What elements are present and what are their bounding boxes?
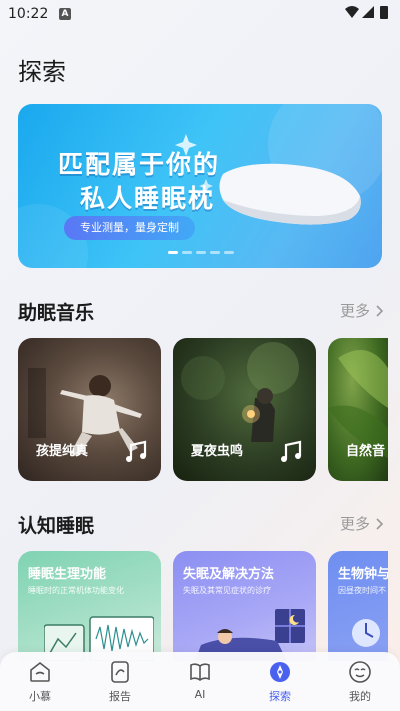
knowledge-section-title: 认知睡眠 (18, 515, 95, 537)
knowledge-more-link[interactable]: 更多 (340, 513, 384, 534)
nav-item-home[interactable]: 小慕 (0, 652, 80, 711)
music-card-name: 孩提纯真 (36, 444, 89, 459)
knowledge-card-subtitle: 失眠及其常见症状的诊疗 (183, 586, 271, 595)
book-icon (190, 663, 210, 681)
music-card[interactable]: 自然音 (328, 338, 388, 481)
wifi-icon (345, 6, 359, 18)
report-icon (111, 661, 129, 683)
more-label: 更多 (339, 515, 370, 533)
nav-item-profile[interactable]: 我的 (320, 652, 400, 711)
status-bar: 10:22 A (0, 0, 400, 28)
banner-title-line2: 私人睡眠枕 (80, 184, 216, 213)
music-card-art (328, 350, 388, 458)
signal-icon (362, 6, 374, 18)
music-section-title: 助眠音乐 (18, 302, 95, 324)
compass-icon (270, 662, 290, 682)
carousel-dot (168, 251, 178, 254)
more-label: 更多 (339, 302, 370, 320)
banner-title-line1: 匹配属于你的 (58, 150, 221, 179)
battery-icon (380, 6, 388, 19)
nav-item-report[interactable]: 报告 (80, 652, 160, 711)
nav-label: 探索 (269, 690, 291, 703)
music-card-name: 自然音 (346, 444, 386, 459)
music-more-link[interactable]: 更多 (340, 300, 384, 321)
music-card[interactable]: 孩提纯真 (18, 338, 161, 481)
chevron-right-icon (376, 517, 384, 530)
face-icon (349, 661, 371, 683)
music-note-icon (281, 440, 302, 462)
nav-label: 小慕 (29, 690, 51, 703)
promo-banner[interactable]: 匹配属于你的 私人睡眠枕 专业测量，量身定制 (18, 104, 382, 268)
status-icons (345, 6, 388, 19)
nav-label: AI (194, 688, 206, 701)
knowledge-card[interactable]: 失眠及解决方法 失眠及其常见症状的诊疗 (173, 551, 316, 661)
home-icon (30, 661, 50, 682)
banner-title: 匹配属于你的 私人睡眠枕 (58, 148, 220, 216)
carousel-dot (224, 251, 234, 254)
notification-icon: A (59, 8, 71, 20)
page-title: 探索 (18, 58, 66, 86)
carousel-dot (210, 251, 220, 254)
music-card[interactable]: 夏夜虫鸣 (173, 338, 316, 481)
nav-item-explore[interactable]: 探索 (240, 652, 320, 711)
banner-pill: 专业测量，量身定制 (64, 216, 195, 240)
music-card-name: 夏夜虫鸣 (191, 444, 244, 459)
nav-label: 我的 (349, 690, 371, 703)
knowledge-card-subtitle: 睡眠时的正常机体功能变化 (28, 586, 124, 595)
knowledge-card-title: 生物钟与 (338, 567, 388, 582)
knowledge-card[interactable]: 睡眠生理功能 睡眠时的正常机体功能变化 (18, 551, 161, 661)
bottom-nav: 小慕 报告 AI 探索 我的 (0, 652, 400, 711)
knowledge-card-title: 睡眠生理功能 (28, 567, 107, 582)
carousel-dot (196, 251, 206, 254)
knowledge-card-title: 失眠及解决方法 (183, 567, 275, 582)
status-time: 10:22 (8, 6, 49, 22)
nav-label: 报告 (109, 690, 131, 703)
carousel-dot (182, 251, 192, 254)
carousel-indicator (168, 251, 234, 254)
knowledge-card-subtitle: 因昼夜时间不 (338, 586, 386, 595)
knowledge-card[interactable]: 生物钟与 因昼夜时间不 (328, 551, 388, 661)
music-note-icon (126, 440, 147, 462)
nav-item-ai[interactable]: AI (160, 652, 240, 711)
chevron-right-icon (376, 304, 384, 317)
